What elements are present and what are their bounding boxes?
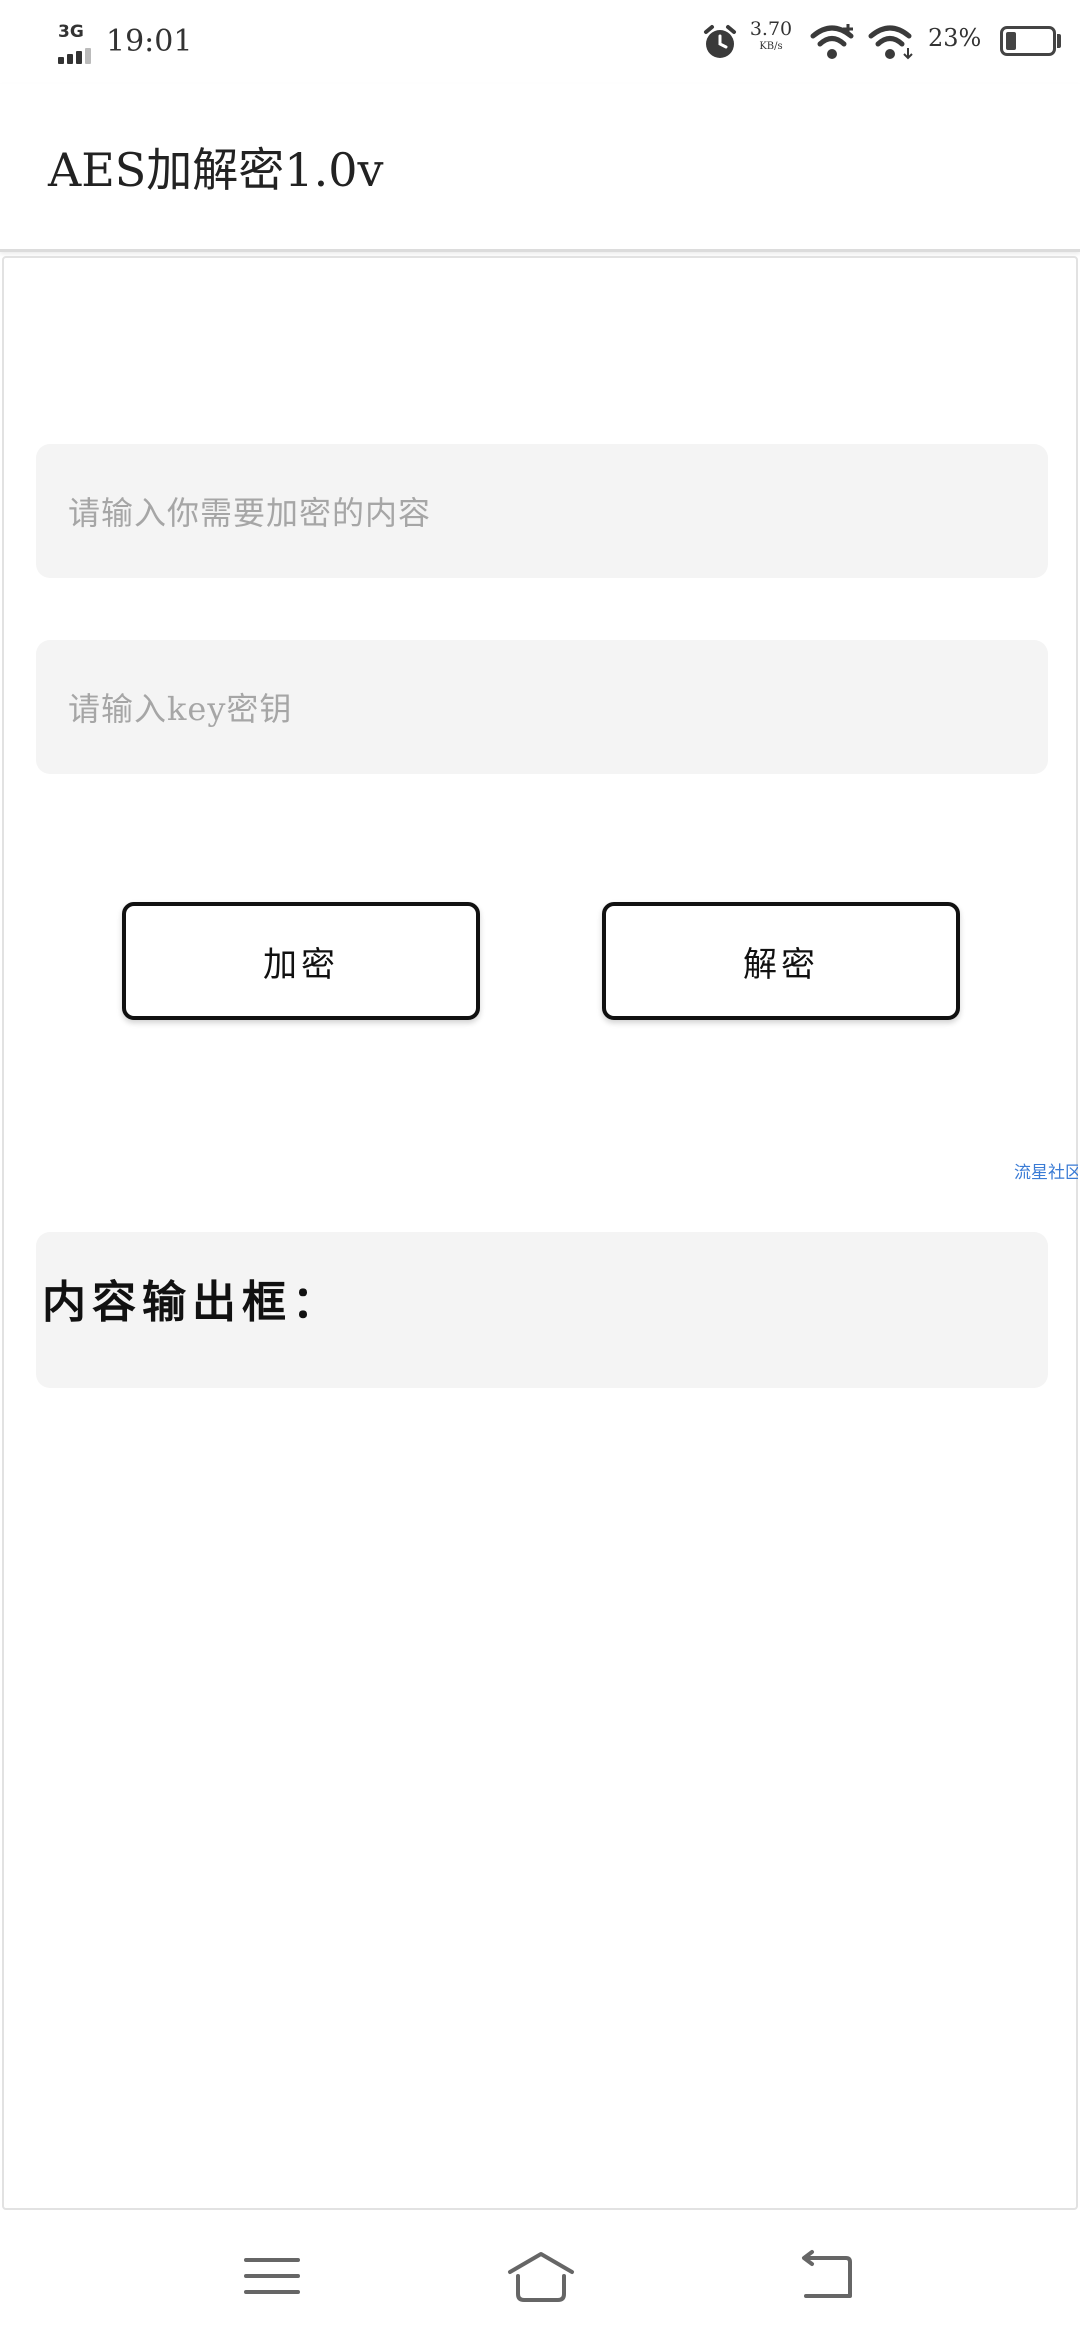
key-input[interactable]: 请输入key密钥 <box>36 640 1048 774</box>
status-left: 3G 19:01 <box>58 22 258 66</box>
community-link[interactable]: 流星社区 <box>1014 1158 1078 1183</box>
network-type: 3G <box>58 22 84 42</box>
app-title: AES加解密1.0v <box>48 143 384 197</box>
home-icon[interactable] <box>506 2246 576 2306</box>
speed-value: 3.70 <box>749 18 793 40</box>
plaintext-input[interactable]: 请输入你需要加密的内容 <box>36 444 1048 578</box>
plaintext-placeholder: 请输入你需要加密的内容 <box>68 494 432 532</box>
output-label: 内容输出框： <box>42 1277 342 1328</box>
status-right: 3.70 KB/s 23% <box>700 0 1080 84</box>
battery-icon <box>1000 26 1056 56</box>
signal-icon <box>58 46 98 64</box>
network-speed: 3.70 KB/s <box>746 18 796 54</box>
back-icon[interactable] <box>792 2246 856 2306</box>
wifi-icon <box>868 25 913 60</box>
battery-tip <box>1057 34 1061 48</box>
battery-fill <box>1006 32 1016 50</box>
output-box[interactable]: 内容输出框： <box>36 1232 1048 1388</box>
key-placeholder: 请输入key密钥 <box>68 690 293 728</box>
speed-unit: KB/s <box>759 41 783 52</box>
app-bar: AES加解密1.0v <box>0 84 1080 252</box>
navigation-bar <box>0 2212 1080 2340</box>
encrypt-button[interactable]: 加密 <box>122 902 480 1020</box>
main-content: 请输入你需要加密的内容 请输入key密钥 加密 解密 流星社区 内容输出框： <box>2 256 1078 2210</box>
menu-icon[interactable] <box>240 2246 304 2306</box>
clock-time: 19:01 <box>106 24 193 59</box>
battery-percent: 23% <box>928 24 982 52</box>
decrypt-button[interactable]: 解密 <box>602 902 960 1020</box>
status-bar: 3G 19:01 3.70 KB/s 23% <box>0 0 1080 84</box>
alarm-icon <box>704 25 736 58</box>
wifi-plus-icon <box>810 24 854 59</box>
